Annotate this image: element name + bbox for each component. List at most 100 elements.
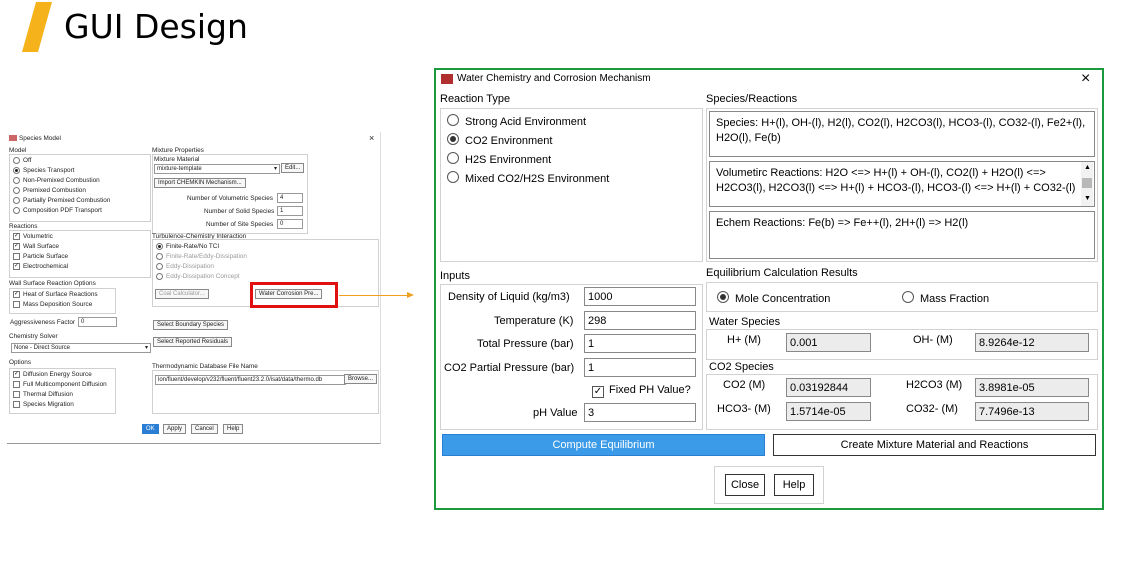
model-group: Off Species Transport Non-Premixed Combu… — [9, 154, 151, 222]
radio-selected-icon — [13, 167, 20, 174]
check-icon: ✓ — [13, 233, 20, 240]
species-dialog-title: Species Model — [19, 135, 61, 142]
mixed-environment-radio[interactable]: Mixed CO2/H2S Environment — [447, 171, 609, 185]
ph-input[interactable]: 3 — [584, 403, 696, 422]
heat-surface-reactions-checkbox[interactable]: ✓ Heat of Surface Reactions — [13, 291, 98, 298]
apply-button[interactable]: Apply — [163, 424, 187, 434]
co2-environment-radio[interactable]: CO2 Environment — [447, 133, 552, 147]
density-label: Density of Liquid (kg/m3) — [448, 291, 570, 303]
arrow-head-icon — [407, 292, 414, 298]
tci-eddy-dissipation-concept[interactable]: Eddy-Dissipation Concept — [156, 273, 240, 280]
thermal-diffusion-checkbox[interactable]: Thermal Diffusion — [13, 391, 73, 398]
check-icon: ✓ — [13, 263, 20, 270]
select-reported-residuals-button[interactable]: Select Reported Residuals — [153, 337, 233, 347]
dropdown-arrow-icon: ▾ — [273, 166, 277, 172]
species-textbox[interactable]: Species: H+(l), OH-(l), H2(l), CO2(l), H… — [709, 111, 1095, 157]
diffusion-energy-checkbox[interactable]: ✓ Diffusion Energy Source — [13, 371, 92, 378]
title-accent-bar — [22, 2, 52, 52]
dialog-title: Water Chemistry and Corrosion Mechanism — [457, 73, 651, 84]
ok-button[interactable]: OK — [142, 424, 159, 434]
radio-icon — [447, 152, 459, 164]
scroll-up-icon[interactable]: ▲ — [1084, 164, 1091, 171]
reaction-particle-surface-checkbox[interactable]: Particle Surface — [13, 253, 68, 260]
import-chemkin-button[interactable]: Import CHEMKIN Mechanism... — [154, 178, 246, 188]
inputs-header: Inputs — [440, 270, 470, 282]
close-button[interactable]: Close — [725, 474, 765, 496]
scroll-down-icon[interactable]: ▼ — [1084, 195, 1091, 202]
close-icon[interactable]: × — [1081, 70, 1090, 88]
wall-surface-options-group: ✓ Heat of Surface Reactions Mass Depositi… — [9, 288, 116, 314]
create-mixture-button[interactable]: Create Mixture Material and Reactions — [773, 434, 1096, 456]
site-species-input[interactable]: 0 — [277, 219, 303, 229]
solid-species-input[interactable]: 1 — [277, 206, 303, 216]
h2co3-label: H2CO3 (M) — [906, 379, 963, 391]
aggressiveness-input[interactable]: 0 — [78, 317, 117, 327]
thermo-db-input[interactable]: lon/fluent/develop/v232/fluent/fluent23.… — [155, 375, 346, 385]
mixture-material-select[interactable]: mixture-template ▾ — [154, 164, 280, 174]
chemistry-solver-header: Chemistry Solver — [9, 333, 58, 340]
model-option-premixed[interactable]: Premixed Combustion — [13, 187, 86, 194]
tci-finite-rate-no-tci[interactable]: Finite-Rate/No TCI — [156, 243, 219, 250]
h2s-environment-radio[interactable]: H2S Environment — [447, 152, 551, 166]
select-boundary-species-button[interactable]: Select Boundary Species — [153, 320, 229, 330]
radio-selected-icon — [717, 291, 729, 303]
temperature-input[interactable]: 298 — [584, 311, 696, 330]
model-option-partially-premixed[interactable]: Partially Premixed Combustion — [13, 197, 110, 204]
model-option-species-transport[interactable]: Species Transport — [13, 167, 75, 174]
volumetric-species-input[interactable]: 4 — [277, 193, 303, 203]
fixed-ph-checkbox[interactable]: ✓ Fixed PH Value? — [592, 384, 691, 398]
scroll-thumb[interactable] — [1082, 178, 1092, 188]
co2-label: CO2 (M) — [723, 379, 766, 391]
reaction-wall-surface-checkbox[interactable]: ✓ Wall Surface — [13, 243, 59, 250]
reaction-type-header: Reaction Type — [440, 93, 511, 105]
app-icon — [441, 74, 453, 84]
co2-partial-pressure-input[interactable]: 1 — [584, 358, 696, 377]
strong-acid-radio[interactable]: Strong Acid Environment — [447, 114, 586, 128]
check-icon: ✓ — [13, 243, 20, 250]
help-button[interactable]: Help — [774, 474, 814, 496]
close-icon[interactable]: × — [369, 133, 374, 143]
co2-species-header: CO2 Species — [709, 361, 774, 373]
site-species-label: Number of Site Species — [206, 221, 274, 228]
check-icon: ✓ — [13, 371, 20, 378]
hco3-label: HCO3- (M) — [717, 403, 771, 415]
coal-calculator-button[interactable]: Coal Calculator... — [155, 289, 209, 299]
reaction-volumetric-checkbox[interactable]: ✓ Volumetric — [13, 233, 53, 240]
radio-icon — [13, 197, 20, 204]
compute-equilibrium-button[interactable]: Compute Equilibrium — [442, 434, 765, 456]
mass-deposition-checkbox[interactable]: Mass Deposition Source — [13, 301, 92, 308]
co2-partial-pressure-label: CO2 Partial Pressure (bar) — [444, 362, 575, 374]
mixture-material-label: Mixture Material — [154, 156, 200, 163]
model-option-off[interactable]: Off — [13, 157, 31, 164]
radio-icon — [902, 291, 914, 303]
check-icon: ✓ — [13, 291, 20, 298]
reactions-header: Reactions — [9, 223, 38, 230]
model-option-composition-pdf[interactable]: Composition PDF Transport — [13, 207, 102, 214]
reaction-electrochemical-checkbox[interactable]: ✓ Electrochemical — [13, 263, 68, 270]
chemistry-solver-select[interactable]: None - Direct Source ▾ — [11, 343, 151, 353]
full-multicomponent-checkbox[interactable]: Full Multicomponent Diffusion — [13, 381, 107, 388]
mole-concentration-radio[interactable]: Mole Concentration — [717, 291, 830, 305]
edit-button[interactable]: Edit... — [281, 163, 305, 173]
oh-minus-value: 8.9264e-12 — [975, 333, 1089, 352]
volumetric-reactions-textbox[interactable]: Volumetirc Reactions: H2O <=> H+(l) + OH… — [709, 161, 1095, 207]
options-header: Options — [9, 359, 32, 366]
tci-eddy-dissipation[interactable]: Eddy-Dissipation — [156, 263, 214, 270]
echem-reactions-textbox[interactable]: Echem Reactions: Fe(b) => Fe++(l), 2H+(l… — [709, 211, 1095, 259]
species-migration-checkbox[interactable]: Species Migration — [13, 401, 74, 408]
cancel-button[interactable]: Cancel — [191, 424, 218, 434]
tci-finite-rate-eddy[interactable]: Finite-Rate/Eddy-Dissipation — [156, 253, 247, 260]
browse-button[interactable]: Browse... — [344, 374, 378, 384]
model-option-non-premixed[interactable]: Non-Premixed Combustion — [13, 177, 100, 184]
density-input[interactable]: 1000 — [584, 287, 696, 306]
model-header: Model — [9, 147, 27, 154]
scrollbar[interactable]: ▲ ▼ — [1081, 162, 1093, 206]
mass-fraction-radio[interactable]: Mass Fraction — [902, 291, 989, 305]
h-plus-value: 0.001 — [786, 333, 871, 352]
total-pressure-input[interactable]: 1 — [584, 334, 696, 353]
solid-species-label: Number of Solid Species — [204, 208, 275, 215]
species-reactions-header: Species/Reactions — [706, 93, 798, 105]
help-button[interactable]: Help — [223, 424, 244, 434]
oh-minus-label: OH- (M) — [913, 334, 953, 346]
co32-label: CO32- (M) — [906, 403, 958, 415]
